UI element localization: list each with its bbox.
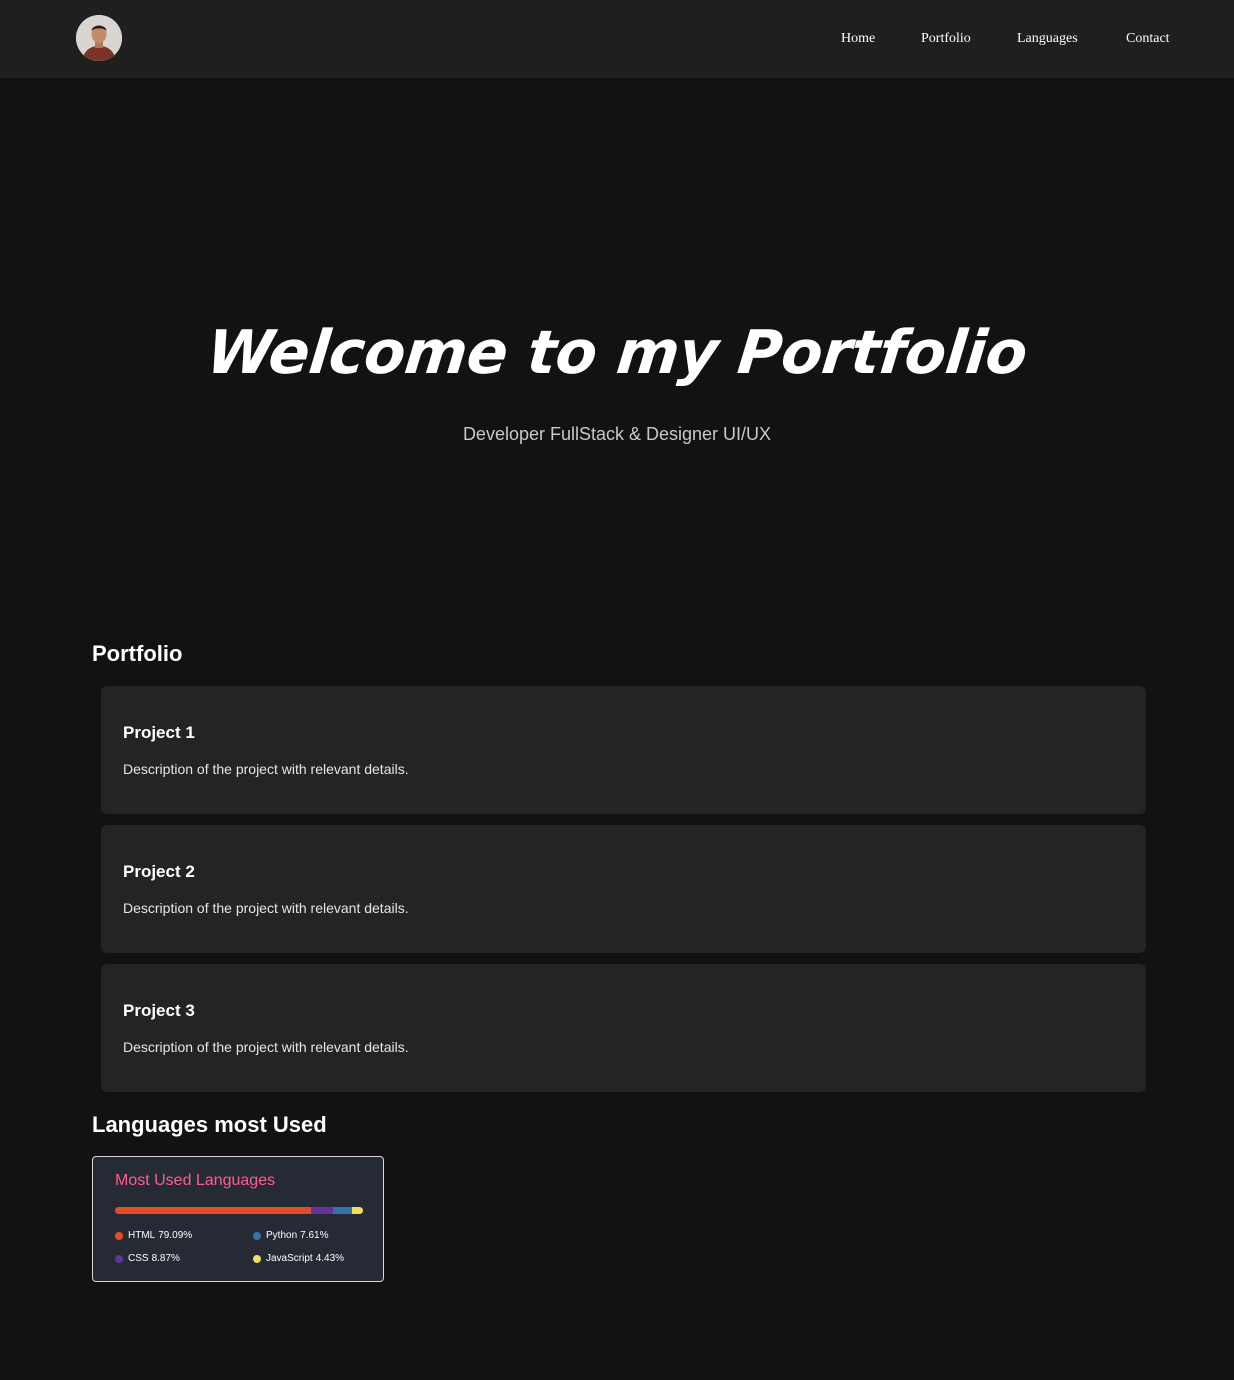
project-card-3[interactable]: Project 3 Description of the project wit… xyxy=(101,964,1146,1092)
project-card-1[interactable]: Project 1 Description of the project wit… xyxy=(101,686,1146,814)
legend-name: HTML xyxy=(128,1230,156,1241)
hero-subtitle: Developer FullStack & Designer UI/UX xyxy=(462,424,772,444)
legend-name: Python xyxy=(266,1230,298,1241)
javascript-dot-icon xyxy=(253,1254,261,1263)
project-title: Project 1 xyxy=(123,723,195,742)
project-title: Project 3 xyxy=(123,1001,195,1020)
nav-home-link[interactable]: Home xyxy=(841,31,875,47)
hero-title: Welcome to my Portfolio xyxy=(203,318,1031,388)
legend-css: CSS 8.87% xyxy=(115,1253,180,1264)
progress-segment-html xyxy=(115,1207,312,1214)
project-description: Description of the project with relevant… xyxy=(123,900,409,916)
profile-photo-icon xyxy=(76,15,122,61)
languages-stats-card: Most Used Languages HTML 79.09% CSS 8.87… xyxy=(92,1156,384,1282)
legend-javascript: JavaScript 4.43% xyxy=(253,1253,344,1264)
languages-heading: Languages most Used xyxy=(92,1112,327,1137)
legend-percent: 8.87% xyxy=(151,1253,180,1264)
avatar[interactable] xyxy=(76,15,122,61)
progress-segment-css xyxy=(311,1207,334,1214)
progress-segment-javascript xyxy=(351,1207,363,1214)
portfolio-heading: Portfolio xyxy=(92,641,183,666)
project-title: Project 2 xyxy=(123,862,195,881)
legend-html: HTML 79.09% xyxy=(115,1230,192,1241)
nav-contact-link[interactable]: Contact xyxy=(1126,31,1170,47)
nav-languages-link[interactable]: Languages xyxy=(1017,31,1078,47)
html-dot-icon xyxy=(115,1231,123,1240)
legend-percent: 79.09% xyxy=(158,1230,193,1241)
nav-portfolio-link[interactable]: Portfolio xyxy=(921,31,971,47)
languages-progress-bar xyxy=(115,1207,363,1214)
legend-name: JavaScript xyxy=(266,1253,313,1264)
top-navbar: Home Portfolio Languages Contact xyxy=(0,0,1234,78)
languages-card-title: Most Used Languages xyxy=(115,1172,276,1189)
project-description: Description of the project with relevant… xyxy=(123,1039,409,1055)
legend-percent: 7.61% xyxy=(300,1230,329,1241)
project-description: Description of the project with relevant… xyxy=(123,761,409,777)
legend-name: CSS xyxy=(128,1253,149,1264)
progress-segment-python xyxy=(333,1207,352,1214)
legend-percent: 4.43% xyxy=(315,1253,345,1264)
project-card-2[interactable]: Project 2 Description of the project wit… xyxy=(101,825,1146,953)
python-dot-icon xyxy=(253,1231,261,1240)
legend-python: Python 7.61% xyxy=(253,1230,329,1241)
css-dot-icon xyxy=(115,1254,123,1263)
